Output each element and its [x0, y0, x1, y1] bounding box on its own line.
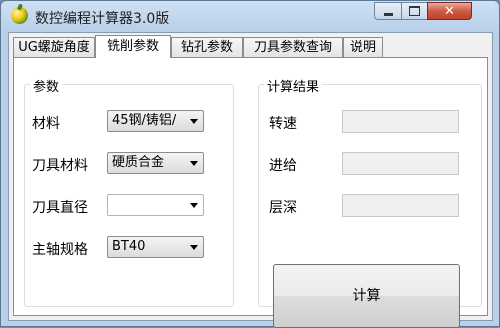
spindle-spec-select[interactable]: BT40 — [107, 236, 204, 258]
tab-help[interactable]: 说明 — [343, 37, 383, 57]
app-apple-icon — [11, 7, 28, 24]
chevron-down-icon — [190, 119, 198, 124]
minimize-button[interactable] — [374, 2, 402, 20]
milling-tab-panel: 参数 材料 45钢/铸铝/ 刀具材料 硬质合金 刀具直径 主轴规格 BT40 计… — [13, 57, 488, 328]
spindle-speed-output — [342, 110, 459, 133]
title-bar[interactable]: 数控编程计算器3.0版 ✕ — [1, 1, 499, 31]
maximize-button[interactable] — [401, 2, 428, 20]
tool-material-select-value: 硬质合金 — [112, 155, 165, 170]
close-button[interactable]: ✕ — [427, 2, 472, 20]
layer-depth-output — [342, 194, 459, 217]
spindle-spec-select-value: BT40 — [112, 239, 146, 254]
material-select-value: 45钢/铸铝/ — [112, 113, 177, 128]
tab-tool-param-query[interactable]: 刀具参数查询 — [243, 37, 343, 57]
maximize-icon — [409, 6, 420, 16]
tool-material-select[interactable]: 硬质合金 — [107, 152, 204, 174]
results-group-title: 计算结果 — [264, 76, 323, 95]
chevron-down-icon — [190, 161, 198, 166]
minimize-icon — [383, 12, 393, 16]
spindle-speed-label: 转速 — [269, 116, 297, 132]
window-title: 数控编程计算器3.0版 — [35, 11, 170, 27]
material-label: 材料 — [32, 116, 60, 132]
tool-diameter-label: 刀具直径 — [32, 200, 88, 216]
params-group: 参数 材料 45钢/铸铝/ 刀具材料 硬质合金 刀具直径 主轴规格 BT40 — [24, 76, 234, 307]
tool-diameter-select[interactable] — [107, 194, 204, 216]
params-group-title: 参数 — [30, 76, 63, 95]
feed-rate-output — [342, 152, 459, 175]
spindle-spec-label: 主轴规格 — [32, 242, 88, 258]
chevron-down-icon — [190, 245, 198, 250]
tab-ug-helix-angle[interactable]: UG螺旋角度 — [13, 37, 95, 57]
close-icon: ✕ — [444, 3, 455, 19]
layer-depth-label: 层深 — [269, 200, 297, 216]
tab-drilling-params[interactable]: 钻孔参数 — [171, 37, 243, 57]
calculate-button[interactable]: 计算 — [273, 264, 460, 328]
tab-milling-params[interactable]: 铣削参数 — [95, 35, 171, 58]
material-select[interactable]: 45钢/铸铝/ — [107, 110, 204, 132]
tool-material-label: 刀具材料 — [32, 158, 88, 174]
client-area: UG螺旋角度 铣削参数 钻孔参数 刀具参数查询 说明 参数 材料 45钢/铸铝/… — [8, 32, 493, 328]
chevron-down-icon — [190, 203, 198, 208]
app-window: 数控编程计算器3.0版 ✕ UG螺旋角度 铣削参数 钻孔参数 刀具参数查询 说明… — [0, 0, 500, 328]
feed-rate-label: 进给 — [269, 158, 297, 174]
